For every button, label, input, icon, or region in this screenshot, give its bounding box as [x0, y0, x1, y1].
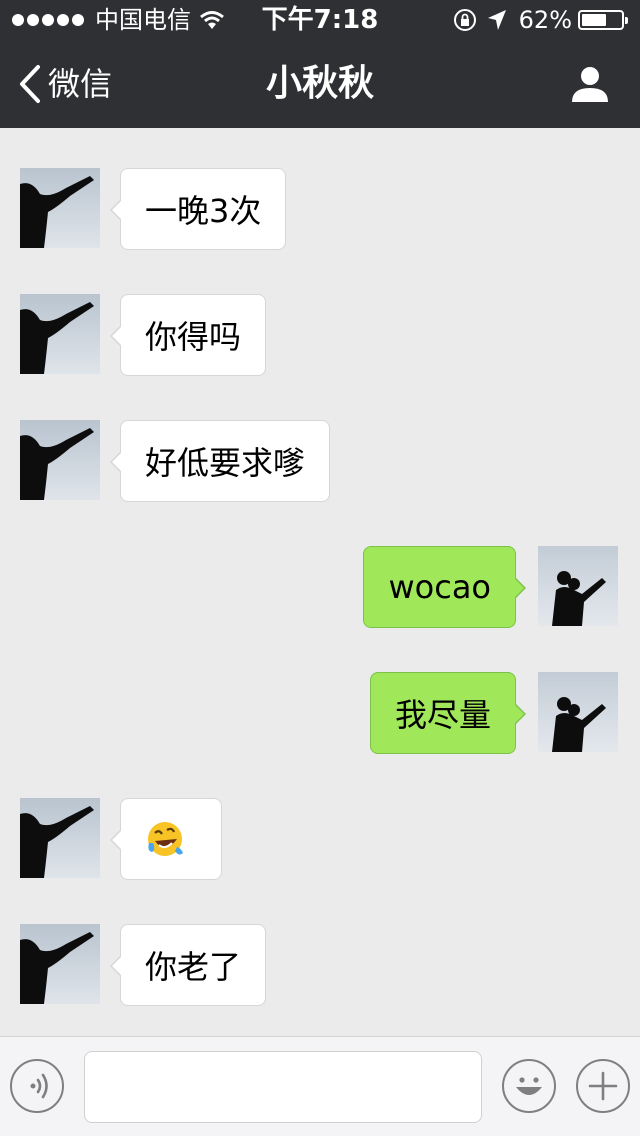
voice-icon — [30, 1073, 48, 1099]
message-row: wocao — [0, 546, 640, 628]
message-text: 你得吗 — [145, 318, 242, 356]
message-bubble[interactable]: wocao — [363, 546, 526, 628]
message-text: wocao — [388, 568, 491, 606]
message-text: 我尽量 — [394, 696, 491, 734]
chat-title: 小秋秋 — [265, 63, 374, 104]
message-text: 一晚3次 — [145, 192, 262, 230]
message-bubble[interactable]: 我尽量 — [369, 672, 527, 754]
chat-area[interactable]: 一晚3次 你得吗 好低要求嗲 wocao 我尽量 你老了 — [0, 128, 640, 1036]
profile-button[interactable] — [570, 64, 610, 104]
plus-icon — [588, 1071, 618, 1101]
my-avatar[interactable] — [538, 546, 618, 626]
smiley-icon — [516, 1077, 542, 1095]
location-arrow-icon — [487, 10, 506, 30]
input-bar — [0, 1036, 640, 1136]
message-bubble[interactable]: 好低要求嗲 — [109, 420, 331, 502]
message-row: 好低要求嗲 — [0, 420, 640, 502]
message-row: 你老了 — [0, 924, 640, 1006]
contact-avatar[interactable] — [20, 294, 100, 374]
battery-icon — [578, 10, 628, 30]
nav-bar: 微信 小秋秋 — [0, 40, 640, 128]
chevron-left-icon — [20, 65, 40, 103]
status-bar: 中国电信 下午7:18 62% — [0, 0, 640, 40]
back-button[interactable]: 微信 — [18, 62, 112, 106]
message-bubble[interactable]: 你老了 — [109, 924, 267, 1006]
contact-avatar[interactable] — [20, 168, 100, 248]
rolling-on-floor-laughing-emoji — [148, 822, 183, 856]
message-text: 好低要求嗲 — [145, 444, 306, 482]
message-row: 一晚3次 — [0, 168, 640, 250]
battery-fill — [582, 14, 606, 26]
message-row: 你得吗 — [0, 294, 640, 376]
header: 中国电信 下午7:18 62% 微信 小秋秋 — [0, 0, 640, 128]
contact-avatar[interactable] — [20, 924, 100, 1004]
more-button[interactable] — [576, 1059, 630, 1113]
emoji-button[interactable] — [502, 1059, 556, 1113]
message-bubble[interactable] — [110, 798, 222, 880]
voice-button[interactable] — [10, 1059, 64, 1113]
message-text: 你老了 — [145, 948, 242, 986]
person-icon — [572, 67, 608, 102]
message-bubble[interactable]: 一晚3次 — [109, 168, 287, 250]
contact-avatar[interactable] — [20, 798, 100, 878]
back-label: 微信 — [48, 65, 113, 103]
contact-avatar[interactable] — [20, 420, 100, 500]
message-bubble[interactable]: 你得吗 — [109, 294, 267, 376]
battery-percent: 62% — [518, 6, 572, 34]
message-row: 我尽量 — [0, 672, 640, 754]
message-row — [0, 798, 640, 880]
my-avatar[interactable] — [538, 672, 618, 752]
status-right: 62% — [453, 6, 630, 34]
message-input[interactable] — [84, 1051, 482, 1123]
orientation-lock-icon — [453, 9, 476, 31]
